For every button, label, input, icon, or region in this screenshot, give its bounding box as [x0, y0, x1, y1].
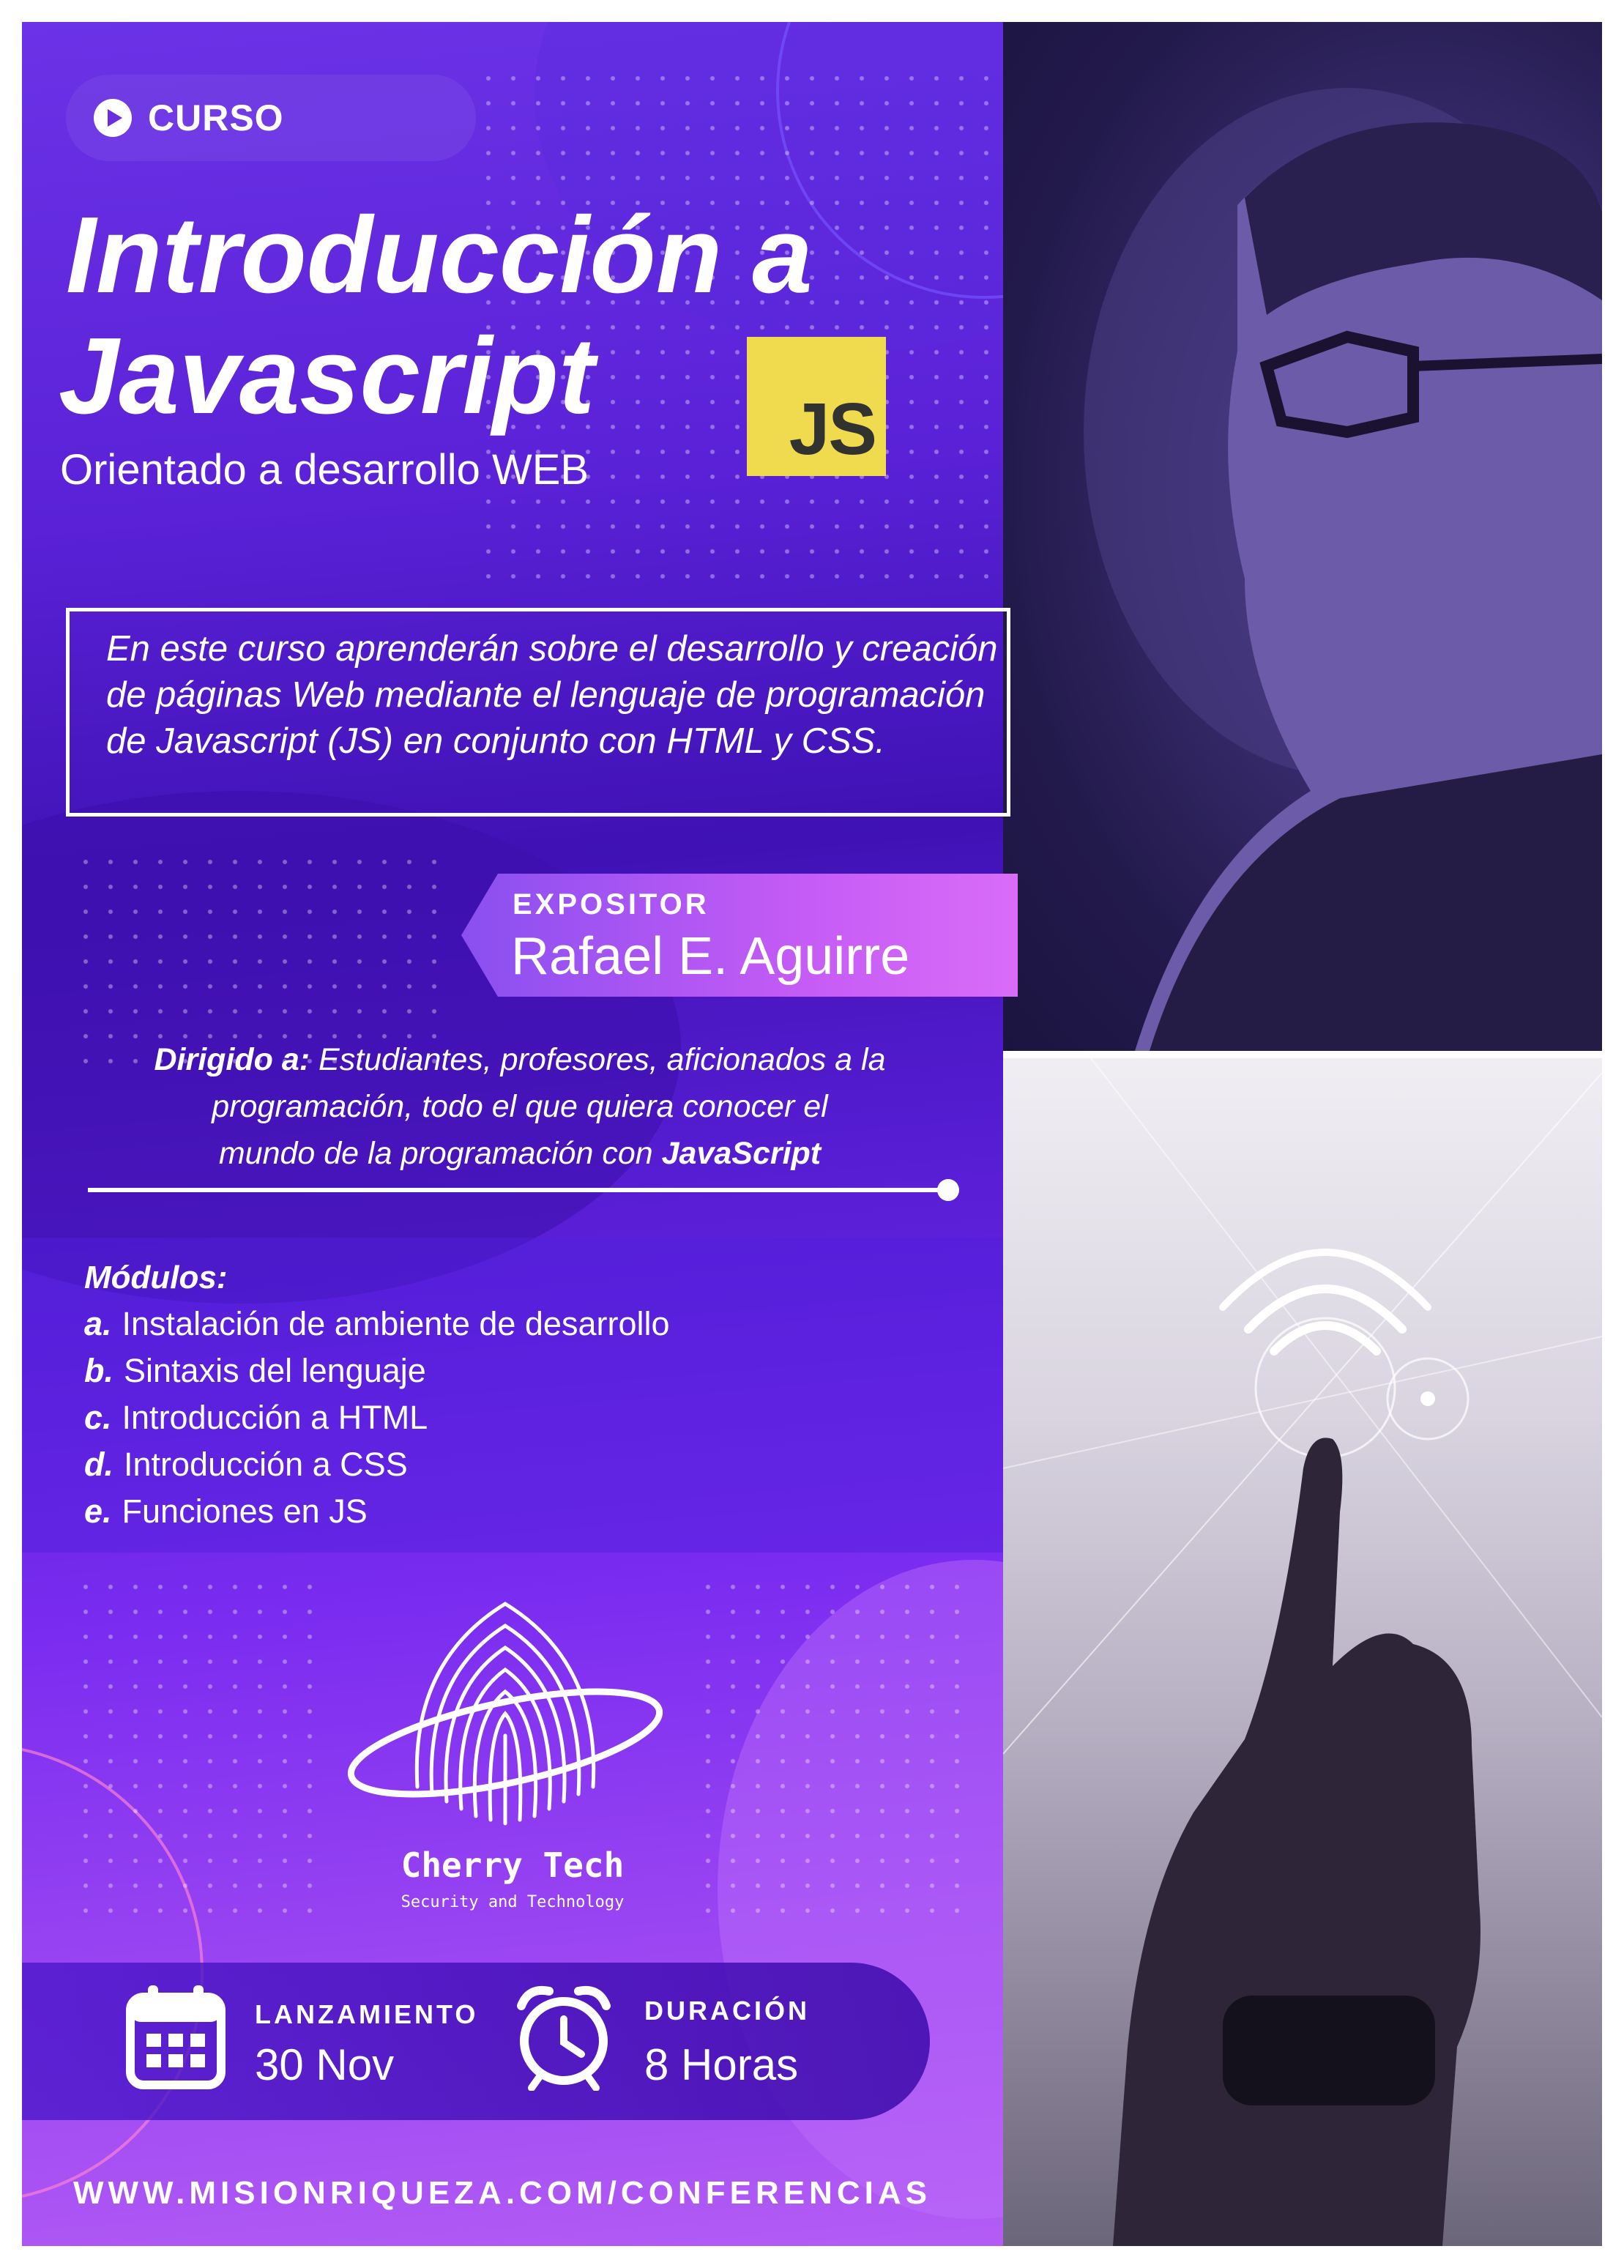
module-text: Introducción a HTML — [122, 1399, 428, 1436]
launch-value: 30 Nov — [255, 2040, 395, 2089]
divider-dot — [937, 1179, 959, 1201]
module-letter: e. — [84, 1492, 112, 1530]
dot-pattern — [696, 1574, 974, 1926]
modules-title: Módulos: — [84, 1260, 228, 1295]
module-item: e. Funciones en JS — [84, 1492, 368, 1531]
play-icon — [94, 99, 132, 137]
audience-label: Dirigido a: — [154, 1042, 310, 1077]
website-url[interactable]: WWW.MISIONRIQUEZA.COM/CONFERENCIAS — [73, 2175, 988, 2212]
man-silhouette-image — [1084, 88, 1602, 1051]
module-text: Instalación de ambiente de desarrollo — [122, 1305, 670, 1342]
module-item: d. Introducción a CSS — [84, 1446, 408, 1484]
launch-label: LANZAMIENTO — [255, 1999, 479, 2029]
expositor-name: Rafael E. Aguirre — [511, 927, 910, 986]
divider-line — [88, 1188, 948, 1192]
alarm-clock-icon — [517, 1986, 611, 2091]
module-letter: c. — [84, 1399, 112, 1436]
module-letter: b. — [84, 1352, 113, 1389]
audience-line-3: mundo de la programación con — [218, 1136, 662, 1171]
expositor-label: EXPOSITOR — [513, 888, 709, 921]
fingerprint-logo-icon — [347, 1602, 663, 1826]
photo-hand-touch — [1003, 1058, 1602, 2246]
photo-man-with-glasses — [1003, 22, 1602, 1051]
hand-touch-image — [1003, 1058, 1602, 2246]
module-text: Sintaxis del lenguaje — [124, 1352, 426, 1389]
audience-line-2: programación, todo el que quiera conocer… — [212, 1089, 828, 1124]
duration-label: DURACIÓN — [644, 1996, 810, 2026]
audience-text: Dirigido a: Estudiantes, profesores, afi… — [66, 1036, 974, 1177]
calendar-icon — [126, 1985, 226, 2089]
module-letter: a. — [84, 1305, 112, 1342]
logo-tagline: Security and Technology — [401, 1893, 625, 1911]
module-text: Funciones en JS — [122, 1492, 368, 1530]
course-poster: CURSO Introducción a Javascript Orientad… — [22, 22, 1602, 2246]
module-item: c. Introducción a HTML — [84, 1399, 428, 1437]
logo-name: Cherry Tech — [401, 1845, 625, 1885]
audience-line-1: Estudiantes, profesores, aficionados a l… — [310, 1042, 886, 1077]
course-badge: CURSO — [66, 75, 476, 161]
js-logo-icon: JS — [747, 337, 886, 476]
module-text: Introducción a CSS — [124, 1446, 408, 1483]
dot-pattern — [73, 1574, 315, 1926]
duration-value: 8 Horas — [644, 2040, 799, 2089]
course-badge-label: CURSO — [148, 97, 284, 138]
audience-highlight: JavaScript — [661, 1136, 822, 1171]
module-letter: d. — [84, 1446, 113, 1483]
module-item: a. Instalación de ambiente de desarrollo — [84, 1305, 670, 1343]
subtitle: Orientado a desarrollo WEB — [60, 446, 589, 494]
description-box: En este curso aprenderán sobre el desarr… — [66, 608, 1010, 817]
title-line-2: Javascript — [59, 316, 595, 436]
title-line-1: Introducción a — [66, 195, 813, 316]
description-text: En este curso aprenderán sobre el desarr… — [106, 629, 998, 761]
js-logo-text: JS — [789, 388, 877, 470]
module-item: b. Sintaxis del lenguaje — [84, 1352, 426, 1390]
